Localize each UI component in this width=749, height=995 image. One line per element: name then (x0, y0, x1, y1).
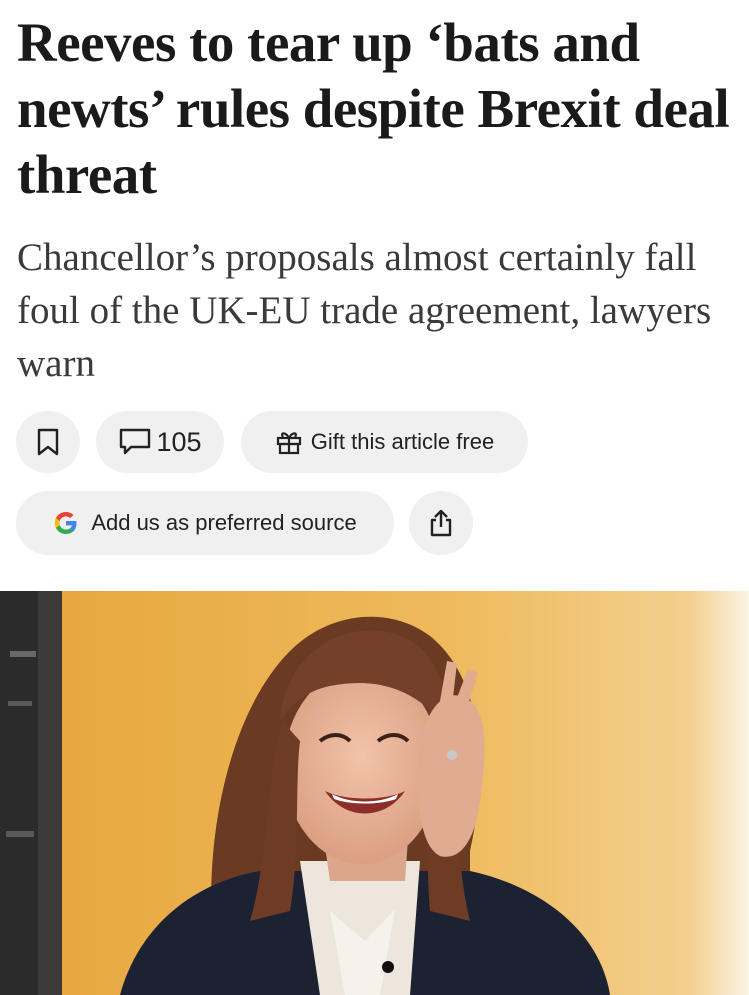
bookmark-icon (36, 428, 60, 456)
article-standfirst: Chancellor’s proposals almost certainly … (17, 236, 712, 385)
hero-photo (0, 591, 749, 995)
bookmark-button[interactable] (16, 411, 80, 473)
share-icon (427, 508, 455, 538)
comment-icon (118, 427, 152, 457)
comment-count: 105 (156, 426, 202, 457)
comments-button[interactable]: 105 (96, 411, 224, 473)
gift-icon (275, 429, 303, 455)
gift-label: Gift this article free (310, 429, 495, 454)
gift-article-button[interactable]: Gift this article free (241, 411, 528, 473)
share-button[interactable] (409, 491, 473, 555)
article-headline: Reeves to tear up ‘bats and newts’ rules… (17, 12, 730, 205)
preferred-source-label: Add us as preferred source (91, 510, 357, 535)
preferred-source-button[interactable]: Add us as preferred source (16, 491, 394, 555)
google-g-icon (53, 510, 79, 536)
hero-photo-illustration (0, 591, 749, 995)
